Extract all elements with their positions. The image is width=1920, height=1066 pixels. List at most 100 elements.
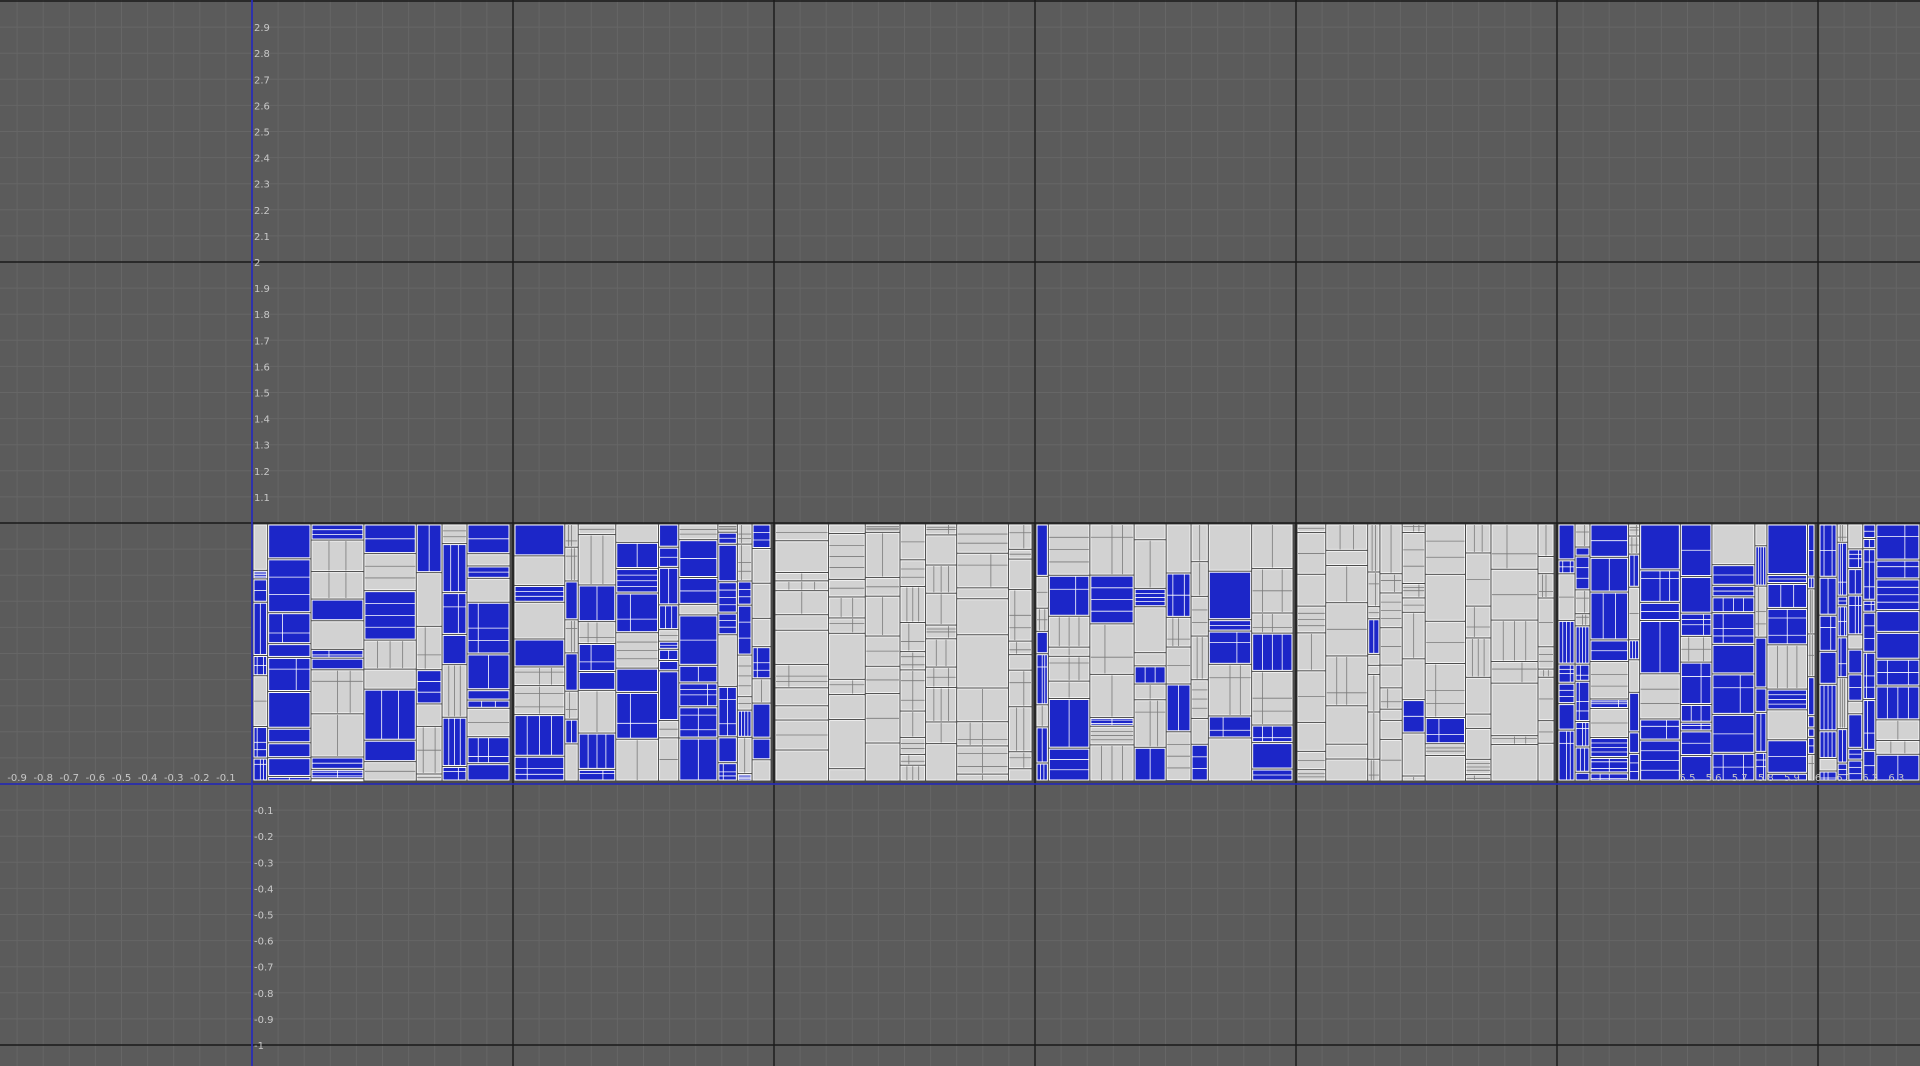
uv-shell-selected[interactable] (1808, 677, 1815, 716)
uv-shell-selected[interactable] (1848, 649, 1863, 674)
uv-shell-selected[interactable] (467, 690, 510, 700)
uv-shell[interactable] (1402, 659, 1425, 700)
uv-shell-selected[interactable] (1808, 728, 1815, 737)
uv-shell-selected[interactable] (1712, 674, 1755, 714)
uv-shell-selected[interactable] (1208, 716, 1252, 738)
uv-shell[interactable] (253, 524, 268, 570)
uv-shell-selected[interactable] (1837, 637, 1848, 678)
uv-shell[interactable] (1191, 596, 1208, 636)
uv-shell[interactable] (775, 541, 829, 572)
uv-shell[interactable] (926, 744, 957, 781)
uv-shell-selected[interactable] (1712, 644, 1755, 674)
uv-shell-selected[interactable] (1767, 524, 1808, 575)
uv-shell-selected[interactable] (718, 737, 737, 763)
uv-shell[interactable] (775, 750, 829, 781)
uv-shell-selected[interactable] (1863, 700, 1876, 750)
uv-shell[interactable] (829, 695, 865, 720)
uv-shell[interactable] (1208, 524, 1252, 571)
uv-shell[interactable] (1465, 775, 1491, 781)
uv-shell[interactable] (1590, 662, 1629, 699)
uv-shell[interactable] (616, 524, 659, 542)
uv-shell-selected[interactable] (659, 524, 679, 547)
uv-shell[interactable] (1465, 606, 1491, 638)
uv-shell-selected[interactable] (737, 605, 752, 655)
uv-shell-selected[interactable] (565, 581, 578, 620)
uv-shell[interactable] (1008, 707, 1032, 752)
uv-shell[interactable] (1090, 624, 1134, 674)
uv-shell-selected[interactable] (1208, 631, 1252, 664)
uv-shell[interactable] (957, 635, 1008, 688)
uv-shell-selected[interactable] (1863, 600, 1876, 612)
uv-shell-selected[interactable] (1876, 611, 1920, 632)
uv-shell-selected[interactable] (416, 670, 442, 704)
uv-shell[interactable] (1465, 524, 1491, 553)
uv-shell[interactable] (1134, 653, 1166, 666)
uv-shell-selected[interactable] (268, 657, 311, 692)
uv-shell[interactable] (416, 626, 442, 670)
uv-shell-selected[interactable] (1755, 688, 1767, 712)
uv-shell-selected[interactable] (1590, 592, 1629, 640)
uv-shell-selected[interactable] (1808, 716, 1815, 728)
uv-shell-selected[interactable] (311, 658, 364, 670)
uv-shell-selected[interactable] (1876, 632, 1920, 659)
uv-shell-selected[interactable] (514, 639, 565, 667)
uv-shell-selected[interactable] (1036, 631, 1048, 654)
uv-shell[interactable] (1191, 636, 1208, 680)
uv-texture-editor-viewport[interactable]: -0.9 -0.8 -0.7 -0.6 -0.5 -0.4 -0.3 -0.2 -0.1 5.5 5… (0, 0, 1920, 1066)
uv-shell-selected[interactable] (1048, 575, 1090, 616)
uv-shell[interactable] (416, 573, 442, 626)
uv-shell[interactable] (1465, 714, 1491, 728)
uv-shell-selected[interactable] (659, 671, 679, 721)
uv-shell-selected[interactable] (752, 524, 771, 549)
uv-shell-selected[interactable] (268, 743, 311, 758)
uv-shell-selected[interactable] (364, 740, 416, 762)
uv-shell[interactable] (1380, 688, 1402, 709)
uv-shell-selected[interactable] (1863, 612, 1876, 652)
uv-shell[interactable] (1425, 524, 1465, 574)
uv-shell[interactable] (1848, 524, 1863, 549)
uv-shell[interactable] (1465, 677, 1491, 714)
uv-shell-selected[interactable] (1558, 704, 1575, 730)
uv-shell[interactable] (1425, 574, 1465, 621)
uv-shell[interactable] (1380, 709, 1402, 720)
uv-shell[interactable] (926, 535, 957, 565)
uv-shell[interactable] (1166, 524, 1191, 573)
uv-shell[interactable] (1425, 755, 1465, 781)
uv-shell[interactable] (1538, 556, 1554, 574)
uv-shell-selected[interactable] (1191, 744, 1208, 781)
uv-shell[interactable] (1640, 674, 1680, 719)
uv-shell-selected[interactable] (752, 703, 771, 738)
uv-shell[interactable] (467, 578, 510, 602)
uv-shell[interactable] (1380, 574, 1402, 593)
uv-shell[interactable] (1538, 669, 1554, 677)
uv-shell-selected[interactable] (737, 581, 752, 605)
uv-shell-selected[interactable] (311, 599, 364, 621)
uv-shell-selected[interactable] (1575, 772, 1590, 781)
uv-shell[interactable] (1848, 635, 1863, 649)
uv-shell[interactable] (752, 583, 771, 618)
uv-shell-selected[interactable] (1819, 651, 1837, 684)
uv-shell-selected[interactable] (268, 728, 311, 743)
uv-shell-selected[interactable] (1036, 524, 1048, 576)
uv-shell-selected[interactable] (268, 559, 311, 613)
uv-shell[interactable] (1491, 683, 1538, 736)
uv-shell-selected[interactable] (1680, 704, 1712, 722)
uv-shell[interactable] (1575, 524, 1590, 547)
uv-shell[interactable] (1380, 665, 1402, 688)
uv-shell[interactable] (1134, 524, 1166, 540)
uv-shell[interactable] (1008, 670, 1032, 707)
uv-shell-selected[interactable] (1575, 556, 1590, 590)
uv-shell-selected[interactable] (268, 613, 311, 644)
uv-shell[interactable] (1297, 722, 1326, 751)
uv-shell-selected[interactable] (1575, 547, 1590, 556)
uv-shell[interactable] (752, 618, 771, 647)
uv-shell[interactable] (775, 630, 829, 664)
uv-shell-selected[interactable] (442, 634, 467, 665)
uv-shell[interactable] (1326, 524, 1368, 550)
uv-canvas[interactable]: -0.9 -0.8 -0.7 -0.6 -0.5 -0.4 -0.3 -0.2 -0.1 5.5 5… (0, 0, 1920, 1066)
uv-shell[interactable] (1425, 744, 1465, 755)
uv-shell-selected[interactable] (1036, 763, 1048, 781)
uv-shell[interactable] (416, 704, 442, 726)
uv-shell[interactable] (1755, 524, 1767, 546)
uv-shell[interactable] (1808, 754, 1815, 781)
